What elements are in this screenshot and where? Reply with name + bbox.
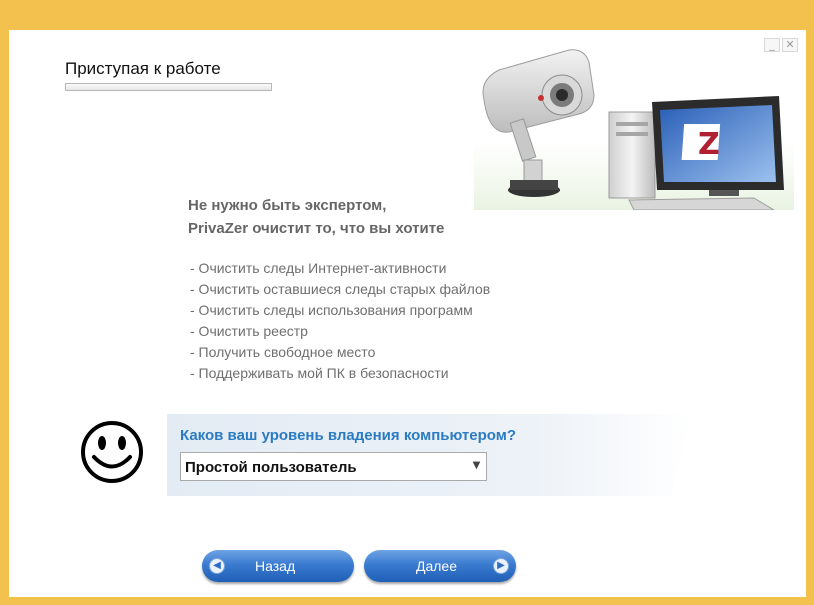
back-button-label: Назад: [255, 558, 296, 574]
headline-line-2: PrivaZer очистит то, что вы хотите: [188, 220, 445, 237]
chevron-down-icon[interactable]: ▼: [470, 459, 483, 473]
next-button-label: Далее: [416, 558, 458, 574]
camera-computer-illustration: Z: [474, 49, 794, 210]
feature-item: - Получить свободное место: [190, 344, 376, 360]
client-area: _ ✕ Приступая к работе Z Не нужно быть э…: [9, 30, 806, 597]
progress-bar: [65, 83, 272, 91]
headline-line-1: Не нужно быть экспертом,: [188, 197, 387, 214]
smiley-face-icon: [81, 421, 143, 483]
skill-level-selected: Простой пользователь: [185, 459, 357, 476]
page-title: Приступая к работе: [65, 59, 221, 78]
feature-item: - Очистить оставшиеся следы старых файло…: [190, 281, 491, 297]
feature-item: - Очистить следы Интернет-активности: [190, 260, 447, 276]
svg-text:Z: Z: [698, 127, 720, 162]
back-button[interactable]: ◀ Назад: [202, 550, 354, 582]
headline: Не нужно быть экспертом, PrivaZer очисти…: [188, 194, 444, 240]
feature-list: - Очистить следы Интернет-активности - О…: [190, 258, 490, 384]
arrow-right-icon: ▶: [493, 558, 509, 574]
arrow-left-icon: ◀: [209, 558, 225, 574]
app-window: _ ✕ Приступая к работе Z Не нужно быть э…: [0, 0, 814, 605]
skill-level-select[interactable]: Простой пользователь ▼: [180, 452, 487, 481]
skill-level-question: Каков ваш уровень владения компьютером?: [180, 427, 516, 444]
feature-item: - Поддерживать мой ПК в безопасности: [190, 365, 449, 381]
feature-item: - Очистить реестр: [190, 323, 308, 339]
feature-item: - Очистить следы использования программ: [190, 302, 473, 318]
next-button[interactable]: Далее ▶: [364, 550, 516, 582]
